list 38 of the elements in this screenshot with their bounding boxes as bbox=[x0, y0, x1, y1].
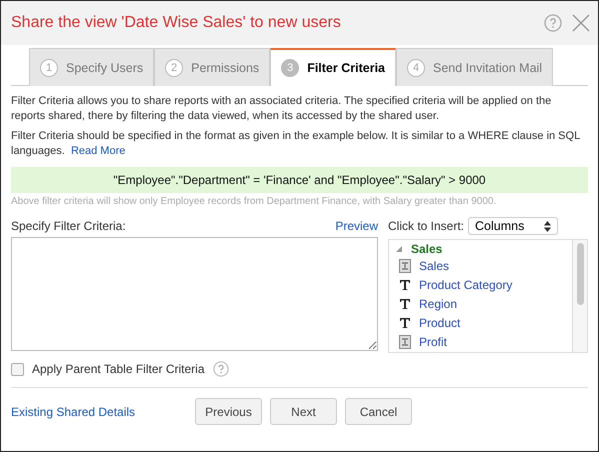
format-note: Filter Criteria should be specified in the format as given in the example below. It is similar to a WHERE clause in SQL languages. Read More bbox=[11, 129, 581, 159]
apply-parent-checkbox[interactable] bbox=[11, 362, 24, 376]
insert-dropdown[interactable]: Columns bbox=[468, 217, 558, 235]
wizard-button[interactable]: Cancel bbox=[345, 398, 412, 425]
text-column-icon bbox=[399, 278, 411, 290]
help-icon[interactable] bbox=[544, 14, 562, 32]
scrollbar[interactable] bbox=[572, 240, 587, 352]
column-item[interactable]: Sales bbox=[419, 258, 450, 272]
insert-label: Click to Insert: bbox=[388, 219, 464, 233]
updown-arrows-icon bbox=[544, 220, 552, 232]
criteria-input[interactable] bbox=[11, 237, 378, 351]
example-criteria: "Employee"."Department" = 'Finance' and "Employee"."Salary" > 9000 bbox=[11, 167, 588, 193]
read-more-link[interactable]: Read More bbox=[70, 145, 126, 157]
number-column-icon bbox=[399, 258, 411, 272]
number-column-icon bbox=[399, 334, 411, 348]
step-tab[interactable]: 3 Filter Criteria bbox=[270, 48, 396, 86]
step-tab[interactable]: 2 Permissions bbox=[154, 48, 270, 86]
text-column-icon bbox=[399, 298, 411, 310]
table-node[interactable]: Sales bbox=[411, 242, 442, 256]
step-tab[interactable]: 4 Send Invitation Mail bbox=[396, 48, 554, 86]
close-icon[interactable] bbox=[572, 14, 590, 32]
wizard-button[interactable]: Next bbox=[270, 398, 337, 425]
criteria-label: Specify Filter Criteria: bbox=[11, 219, 126, 233]
wizard-button[interactable]: Previous bbox=[195, 398, 262, 425]
expand-icon[interactable] bbox=[395, 245, 403, 253]
apply-parent-label: Apply Parent Table Filter Criteria bbox=[32, 362, 205, 376]
column-item[interactable]: Profit bbox=[419, 334, 448, 348]
step-tab[interactable]: 1 Specify Users bbox=[29, 48, 154, 86]
window-title: Share the view 'Date Wise Sales' to new users bbox=[11, 14, 342, 32]
preview-link[interactable]: Preview bbox=[335, 219, 378, 233]
column-item[interactable]: Region bbox=[419, 296, 458, 310]
column-item[interactable]: Product bbox=[419, 316, 460, 330]
example-note: Above filter criteria will show only Employee records from Department Finance, with Salary greater than 9000. bbox=[11, 196, 498, 207]
intro-text: Filter Criteria allows you to share reports with an associated criteria. The specified criteria will be applied on the reports shared, there by filtering the data viewed, when its accessed by the shared user. bbox=[11, 94, 552, 124]
help-icon[interactable] bbox=[212, 361, 229, 377]
text-column-icon bbox=[399, 316, 411, 328]
column-item[interactable]: Product Category bbox=[419, 278, 512, 292]
existing-shared-link[interactable]: Existing Shared Details bbox=[11, 404, 195, 418]
